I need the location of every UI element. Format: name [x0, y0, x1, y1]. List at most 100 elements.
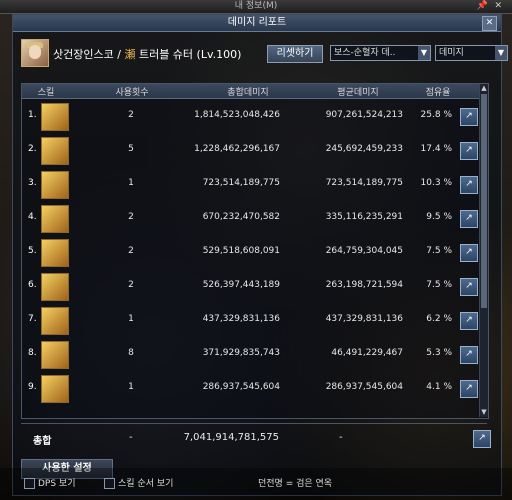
table-row: 6. 2 526,397,443,189 263,198,721,594 7.5 % ↗ — [22, 270, 480, 302]
row-uses: 8 — [128, 348, 134, 358]
row-rank: 7. — [28, 314, 37, 324]
total-uses: - — [129, 432, 133, 443]
row-total: 723,514,189,775 — [202, 178, 280, 188]
row-avg: 335,116,235,291 — [325, 212, 403, 222]
row-share: 5.3 % — [426, 348, 452, 358]
skill-icon — [41, 171, 69, 199]
row-uses: 1 — [128, 382, 134, 392]
skill-icon — [41, 273, 69, 301]
dps-checkbox[interactable] — [24, 478, 35, 489]
total-row: 총합 - 7,041,914,781,575 - ↗ — [21, 423, 491, 454]
skill-icon — [41, 137, 69, 165]
header-avg: 평균데미지 — [337, 88, 379, 98]
export-icon[interactable]: ↗ — [460, 142, 478, 160]
row-uses: 2 — [128, 280, 134, 290]
row-total: 371,929,835,743 — [202, 348, 280, 358]
chevron-down-icon: ▼ — [495, 46, 507, 60]
skill-order-label: 스킬 순서 보기 — [118, 479, 174, 489]
table-header: 스킬 사용횟수 총합데미지 평균데미지 점유율 — [22, 84, 488, 99]
row-total: 1,814,523,048,426 — [194, 110, 280, 120]
scrollbar[interactable]: ▲ ▼ — [479, 84, 488, 417]
row-rank: 2. — [28, 144, 37, 154]
header-total: 총합데미지 — [227, 88, 269, 98]
skill-icon — [41, 375, 69, 403]
scroll-down-icon[interactable]: ▼ — [480, 408, 488, 417]
window-title: 데미지 리포트 — [227, 17, 287, 28]
row-share: 7.5 % — [426, 246, 452, 256]
row-uses: 2 — [128, 246, 134, 256]
row-total: 286,937,545,604 — [202, 382, 280, 392]
scroll-thumb[interactable] — [481, 94, 487, 308]
total-damage: 7,041,914,781,575 — [183, 432, 279, 443]
damage-table: 스킬 사용횟수 총합데미지 평균데미지 점유율 1. 2 1,814,523,048… — [21, 83, 489, 419]
table-row: 9. 1 286,937,545,604 286,937,545,604 4.1 % ↗ — [22, 372, 480, 404]
table-row: 2. 5 1,228,462,296,167 245,692,459,233 17.4 … — [22, 134, 480, 166]
top-title-bar: 내 정보(M) 📌 ✕ — [0, 0, 512, 14]
reset-button[interactable]: 리셋하기 — [267, 45, 323, 63]
table-row: 1. 2 1,814,523,048,426 907,261,524,213 25.8 … — [22, 100, 480, 132]
row-avg: 264,759,304,045 — [325, 246, 403, 256]
export-icon[interactable]: ↗ — [460, 380, 478, 398]
boss-select[interactable]: 보스-순혈자 데.. ▼ — [330, 45, 431, 61]
skill-order-checkbox[interactable] — [104, 478, 115, 489]
dungeon-mode-text: 던전명 = 검은 연옥 — [258, 479, 333, 489]
chevron-down-icon: ▼ — [418, 46, 430, 60]
row-uses: 2 — [128, 110, 134, 120]
export-icon[interactable]: ↗ — [460, 312, 478, 330]
export-icon[interactable]: ↗ — [460, 176, 478, 194]
row-avg: 286,937,545,604 — [325, 382, 403, 392]
skill-icon — [41, 341, 69, 369]
skill-icon — [41, 307, 69, 335]
header-share: 점유율 — [425, 88, 451, 98]
export-icon[interactable]: ↗ — [460, 244, 478, 262]
table-row: 8. 8 371,929,835,743 46,491,229,467 5.3 % ↗ — [22, 338, 480, 370]
row-share: 17.4 % — [420, 144, 452, 154]
row-avg: 46,491,229,467 — [331, 348, 403, 358]
export-icon[interactable]: ↗ — [460, 210, 478, 228]
row-share: 9.5 % — [426, 212, 452, 222]
row-avg: 245,692,459,233 — [325, 144, 403, 154]
row-share: 10.3 % — [420, 178, 452, 188]
export-icon[interactable]: ↗ — [460, 278, 478, 296]
row-rank: 6. — [28, 280, 37, 290]
table-row: 7. 1 437,329,831,136 437,329,831,136 6.2 % ↗ — [22, 304, 480, 336]
row-share: 25.8 % — [420, 110, 452, 120]
row-avg: 437,329,831,136 — [325, 314, 403, 324]
row-share: 6.2 % — [426, 314, 452, 324]
row-uses: 5 — [128, 144, 134, 154]
character-header: 삿건장인스코 / 瀬 트러블 슈터 (Lv.100) 리셋하기 보스-순혈자 데… — [21, 39, 508, 67]
total-avg: - — [339, 432, 343, 443]
table-row: 4. 2 670,232,470,582 335,116,235,291 9.5 % ↗ — [22, 202, 480, 234]
export-icon[interactable]: ↗ — [460, 346, 478, 364]
avatar — [21, 39, 49, 67]
export-icon[interactable]: ↗ — [473, 430, 491, 448]
close-icon[interactable]: ✕ — [494, 0, 502, 13]
row-rank: 5. — [28, 246, 37, 256]
row-rank: 8. — [28, 348, 37, 358]
header-uses: 사용횟수 — [115, 88, 149, 98]
row-rank: 9. — [28, 382, 37, 392]
row-rank: 4. — [28, 212, 37, 222]
row-rank: 1. — [28, 110, 37, 120]
bottom-bar: DPS 보기 스킬 순서 보기 던전명 = 검은 연옥 — [0, 468, 512, 500]
skill-icon — [41, 205, 69, 233]
metric-select[interactable]: 데미지 ▼ — [435, 45, 508, 61]
table-row: 3. 1 723,514,189,775 723,514,189,775 10.3 % ↗ — [22, 168, 480, 200]
row-uses: 1 — [128, 178, 134, 188]
damage-report-window: 데미지 리포트 ✕ 삿건장인스코 / 瀬 트러블 슈터 (Lv.100) 리셋하… — [12, 14, 508, 496]
row-total: 670,232,470,582 — [202, 212, 280, 222]
export-icon[interactable]: ↗ — [460, 108, 478, 126]
row-rank: 3. — [28, 178, 37, 188]
skill-icon — [41, 103, 69, 131]
window-title-bar: 데미지 리포트 ✕ — [13, 15, 501, 32]
window-close-button[interactable]: ✕ — [482, 16, 497, 31]
row-uses: 2 — [128, 212, 134, 222]
pin-icon[interactable]: 📌 — [477, 0, 488, 13]
row-share: 4.1 % — [426, 382, 452, 392]
character-name: 삿건장인스코 / 瀬 트러블 슈터 (Lv.100) — [53, 48, 242, 61]
top-title: 내 정보(M) — [234, 1, 278, 11]
scroll-up-icon[interactable]: ▲ — [480, 84, 488, 93]
row-total: 529,518,608,091 — [202, 246, 280, 256]
dps-label: DPS 보기 — [38, 479, 76, 489]
job-icon: 瀬 — [124, 48, 136, 61]
